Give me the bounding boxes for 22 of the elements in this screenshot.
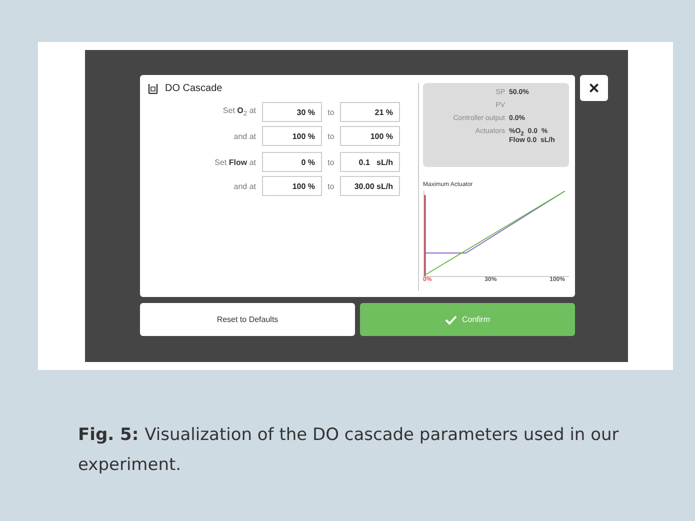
input-field[interactable]: 0 %	[262, 152, 322, 172]
to-label: to	[326, 132, 336, 140]
to-label: to	[326, 108, 336, 116]
reset-button[interactable]: Reset to Defaults	[140, 303, 355, 336]
checkmark-icon	[444, 314, 457, 324]
figure-caption: Fig. 5: Visualization of the DO cascade parameters used in our experiment.	[78, 424, 620, 477]
input-field[interactable]: 100 %	[340, 126, 400, 146]
row-label: and at	[232, 182, 257, 190]
row-label: and at	[232, 132, 257, 140]
input-field[interactable]: 30.00 sL/h	[340, 176, 400, 196]
input-field[interactable]: 100 %	[262, 126, 322, 146]
input-field[interactable]: 100 %	[262, 176, 322, 196]
to-label: to	[326, 158, 336, 166]
input-field[interactable]: 30 %	[262, 102, 322, 122]
input-field[interactable]: 21 %	[340, 102, 400, 122]
close-button[interactable]: ×	[580, 75, 608, 101]
to-label: to	[326, 182, 336, 190]
dialog-title: DO Cascade	[165, 83, 222, 94]
vessel-icon	[148, 83, 158, 94]
row-label: Set O$_{2}$ at	[222, 106, 257, 118]
input-field[interactable]: 0.1 sL/h	[340, 152, 400, 172]
row-label: Set Flow at	[214, 158, 257, 166]
